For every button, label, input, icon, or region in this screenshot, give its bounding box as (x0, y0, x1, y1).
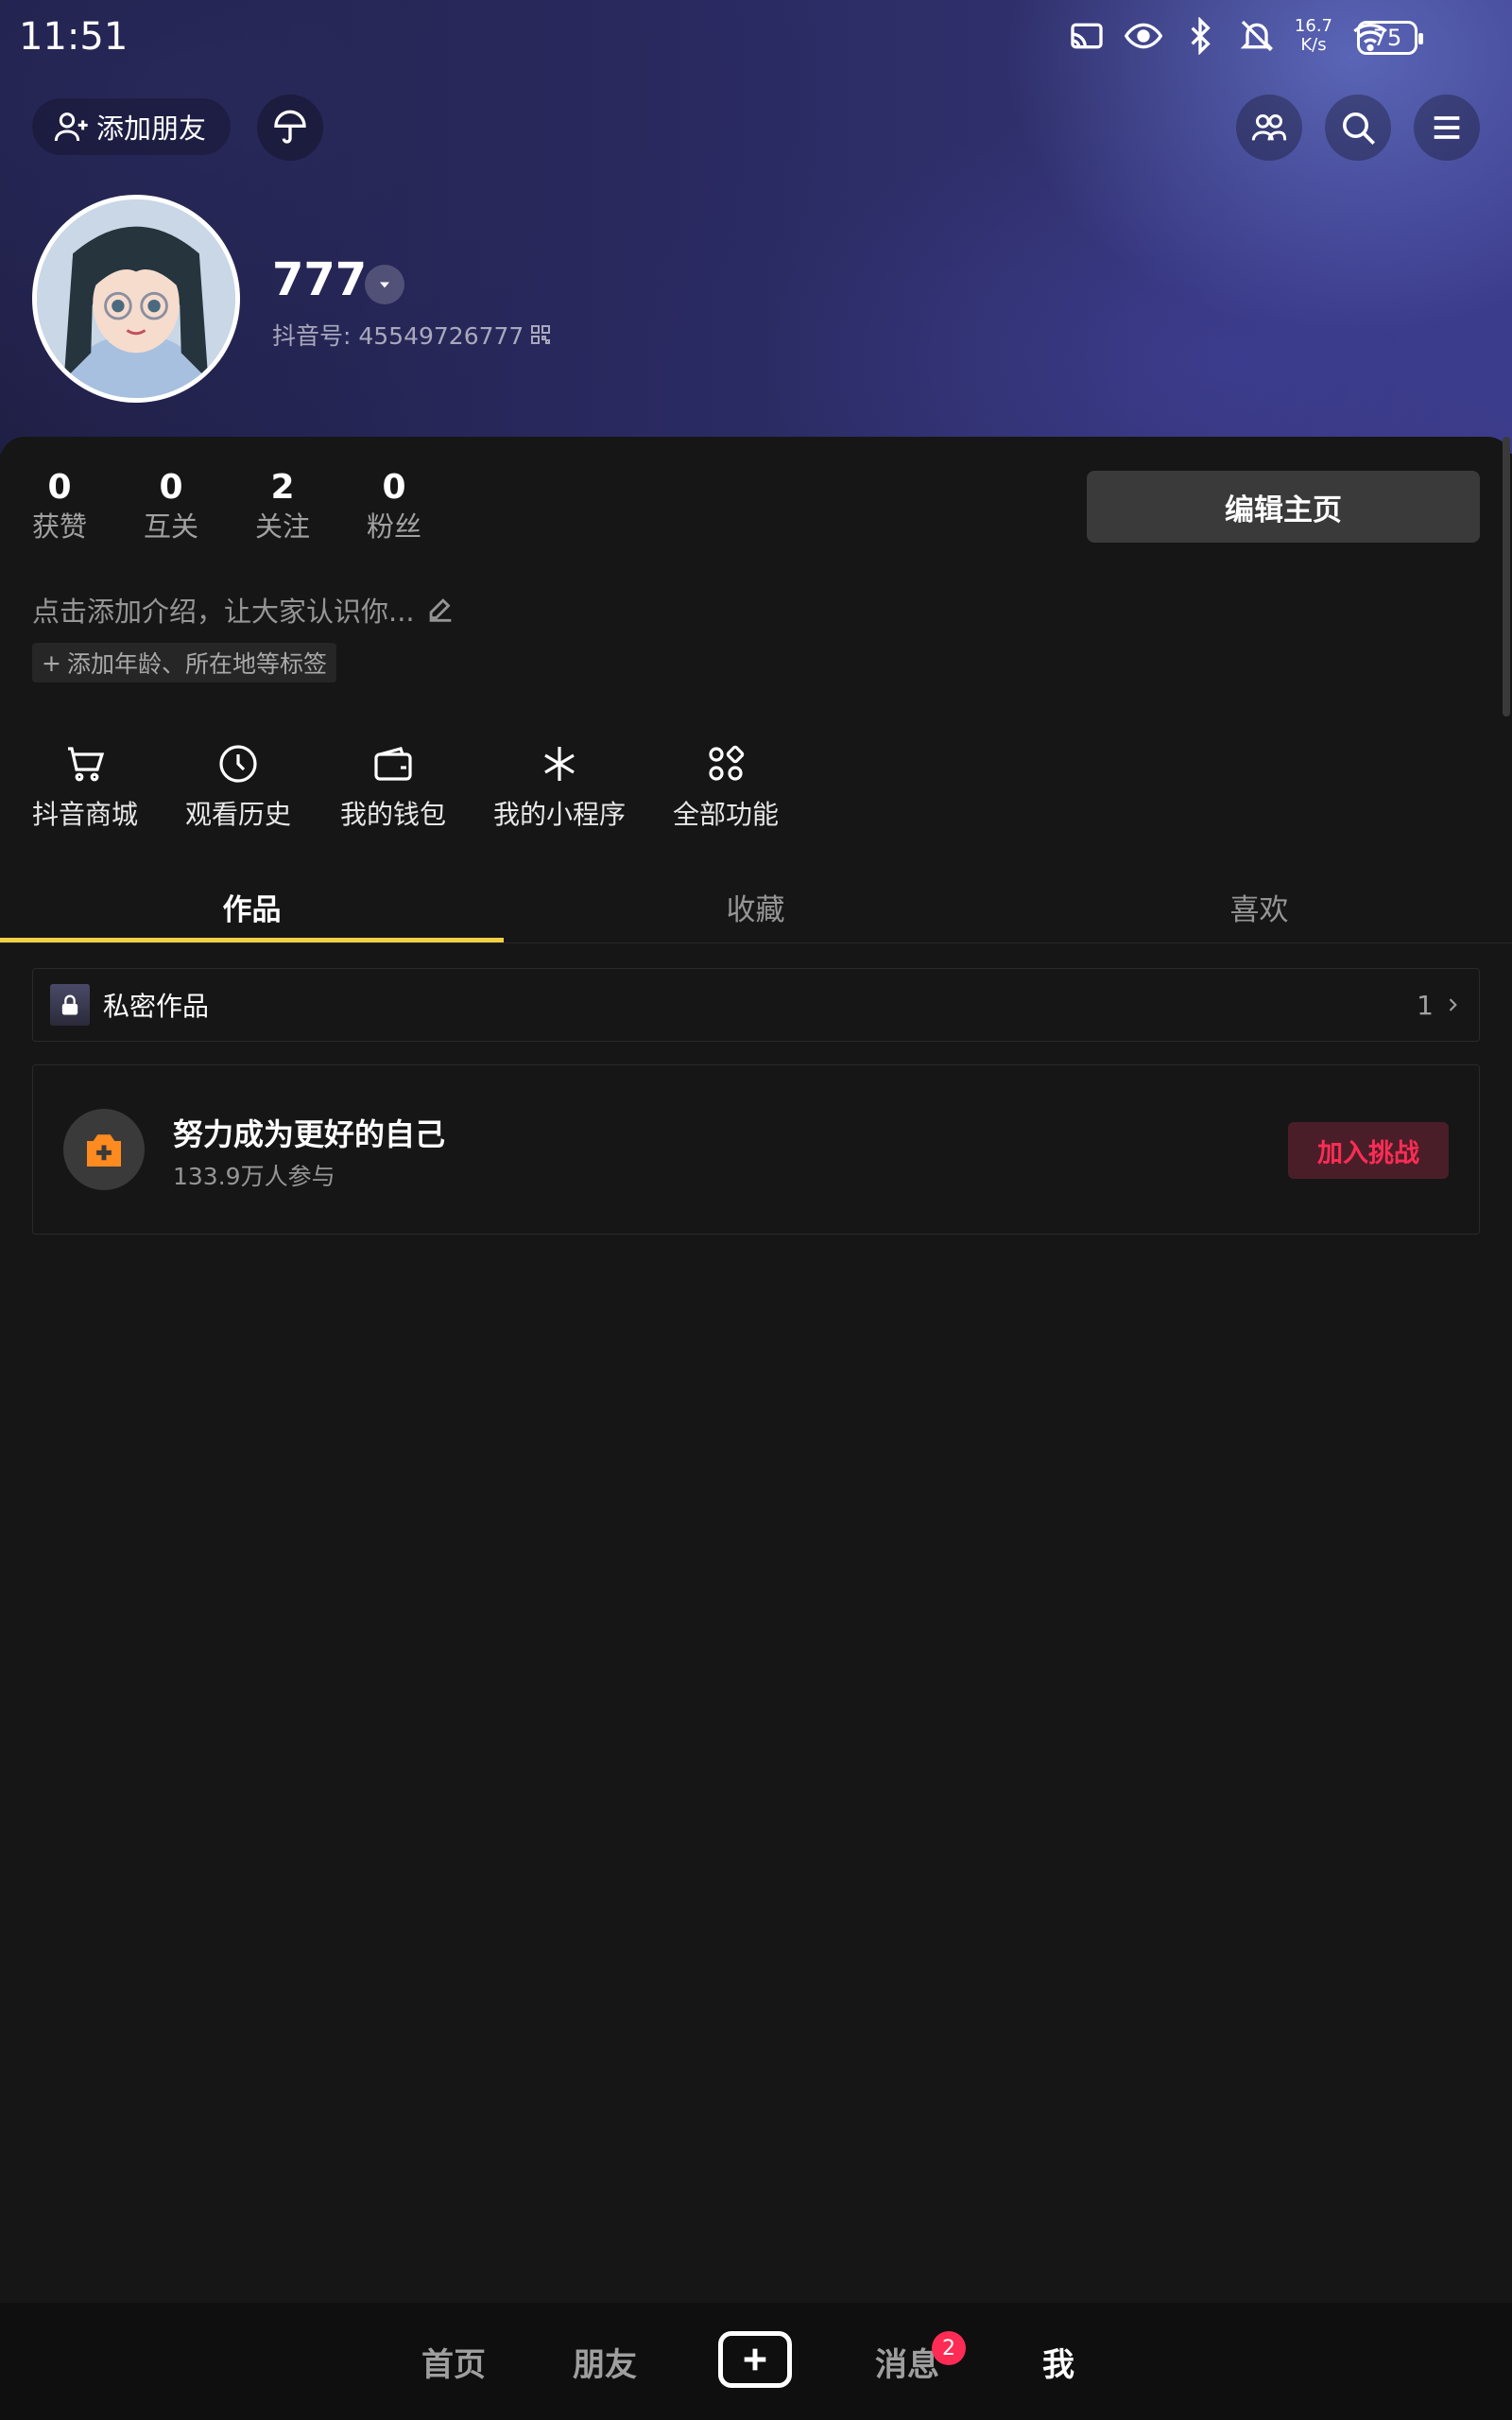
nav-home[interactable]: 首页 (397, 2303, 510, 2420)
friends-icon (1251, 114, 1287, 141)
mini-program-icon (544, 747, 575, 781)
shortcut-label: 观看历史 (185, 799, 292, 830)
stat-following[interactable]: 2 关注 (255, 467, 310, 544)
tab-works[interactable]: 作品 (0, 870, 504, 943)
message-badge: 2 (932, 2331, 966, 2365)
content-tabs: 作品 收藏 喜欢 (0, 870, 1512, 943)
active-tab-indicator (0, 938, 504, 942)
eye-icon (1124, 23, 1162, 49)
search-icon (1343, 112, 1375, 145)
stat-value: 0 (47, 468, 72, 507)
bio[interactable]: 点击添加介绍，让大家认识你... (32, 590, 456, 630)
plus-icon (744, 2348, 766, 2371)
shortcut-label: 全部功能 (673, 799, 780, 830)
stat-label: 粉丝 (367, 510, 422, 543)
private-works-row[interactable]: 私密作品 1 (32, 968, 1480, 1042)
edit-pencil-icon (429, 598, 451, 622)
private-works-count-value: 1 (1417, 989, 1434, 1021)
status-time: 11:51 (19, 15, 129, 59)
search-button[interactable] (1325, 95, 1391, 161)
net-speed-unit: K/s (1300, 35, 1327, 55)
mute-bell-icon (1240, 20, 1274, 52)
bottom-nav: 首页 朋友 消息 我 (0, 2303, 1512, 2420)
private-works-thumbnail (50, 984, 90, 1026)
stat-value: 2 (270, 468, 295, 507)
profile-content (0, 437, 1512, 2304)
status-bar: 11:51 16.7 K/s 75 (0, 0, 1512, 76)
stat-label: 关注 (255, 510, 311, 543)
nav-me[interactable]: 我 (1002, 2303, 1115, 2420)
net-speed-value: 16.7 (1294, 16, 1332, 36)
scrollbar[interactable] (1503, 437, 1510, 717)
nav-friends[interactable]: 朋友 (548, 2303, 662, 2420)
stat-label: 获赞 (32, 510, 88, 543)
clock-icon (219, 745, 257, 783)
stat-likes[interactable]: 0 获赞 (32, 467, 87, 544)
private-works-label: 私密作品 (103, 991, 210, 1022)
douyin-id-text: 抖音号: 45549726777 (272, 322, 524, 350)
shortcut-history[interactable]: 观看历史 (185, 741, 291, 832)
shortcuts-row: 抖音商城 观看历史 我的钱包 我的小程序 全部功能 (0, 741, 945, 855)
shortcut-label: 我的小程序 (493, 799, 627, 830)
battery-level: 75 (1372, 25, 1402, 51)
add-friend-label: 添加朋友 (96, 112, 207, 145)
shortcut-label: 抖音商城 (32, 799, 139, 830)
add-tags-button[interactable]: + 添加年龄、所在地等标签 (32, 643, 336, 683)
shortcut-all-features[interactable]: 全部功能 (673, 741, 779, 832)
tab-likes[interactable]: 喜欢 (1007, 870, 1511, 943)
challenge-participants: 133.9万人参与 (173, 1163, 335, 1190)
avatar-image (37, 199, 235, 398)
grid-icon (709, 745, 745, 781)
camera-plus-icon (87, 1134, 121, 1167)
add-tags-label: 添加年龄、所在地等标签 (66, 650, 327, 678)
stat-followers[interactable]: 0 粉丝 (367, 467, 421, 544)
avatar[interactable] (32, 195, 240, 403)
private-works-count: 1 (1417, 990, 1462, 1021)
plus-icon: + (42, 648, 61, 677)
douyin-id[interactable]: 抖音号: 45549726777 (272, 318, 552, 352)
stats-row: 0 获赞 0 互关 2 关注 0 粉丝 (32, 467, 421, 544)
qr-code-icon (531, 325, 551, 344)
shortcut-mini-programs[interactable]: 我的小程序 (493, 741, 626, 832)
umbrella-button[interactable] (257, 95, 323, 161)
cart-icon (68, 747, 105, 782)
create-button[interactable] (718, 2331, 792, 2388)
bluetooth-icon (1191, 17, 1211, 55)
menu-icon (1434, 116, 1460, 139)
status-icons: 16.7 K/s (1068, 17, 1389, 55)
add-person-icon (54, 112, 88, 142)
challenge-icon (63, 1109, 145, 1190)
bio-placeholder: 点击添加介绍，让大家认识你... (32, 596, 415, 628)
shortcut-wallet[interactable]: 我的钱包 (340, 741, 446, 832)
add-friend-button[interactable]: 添加朋友 (32, 98, 231, 155)
challenge-title: 努力成为更好的自己 (173, 1116, 446, 1152)
net-speed: 16.7 K/s (1295, 17, 1332, 55)
challenge-card[interactable]: 努力成为更好的自己 133.9万人参与 加入挑战 (32, 1064, 1480, 1235)
shortcut-mall[interactable]: 抖音商城 (32, 741, 138, 832)
chevron-down-icon (380, 282, 389, 288)
chevron-right-icon (1449, 998, 1457, 1011)
lock-icon (61, 994, 78, 1015)
stat-mutual[interactable]: 0 互关 (144, 467, 198, 544)
menu-button[interactable] (1414, 95, 1480, 161)
account-switch-button[interactable] (365, 265, 404, 304)
battery-icon: 75 (1357, 21, 1423, 55)
tab-favorites[interactable]: 收藏 (504, 870, 1007, 943)
edit-profile-button[interactable]: 编辑主页 (1087, 471, 1480, 543)
shortcut-label: 我的钱包 (340, 799, 447, 830)
stat-value: 0 (382, 468, 406, 507)
stat-value: 0 (159, 468, 183, 507)
join-challenge-button[interactable]: 加入挑战 (1288, 1122, 1449, 1179)
friends-button[interactable] (1236, 95, 1302, 161)
cast-icon (1071, 23, 1103, 49)
username[interactable]: 777 (272, 253, 367, 306)
wallet-icon (374, 747, 412, 781)
umbrella-icon (274, 110, 306, 144)
stat-label: 互关 (144, 510, 199, 543)
